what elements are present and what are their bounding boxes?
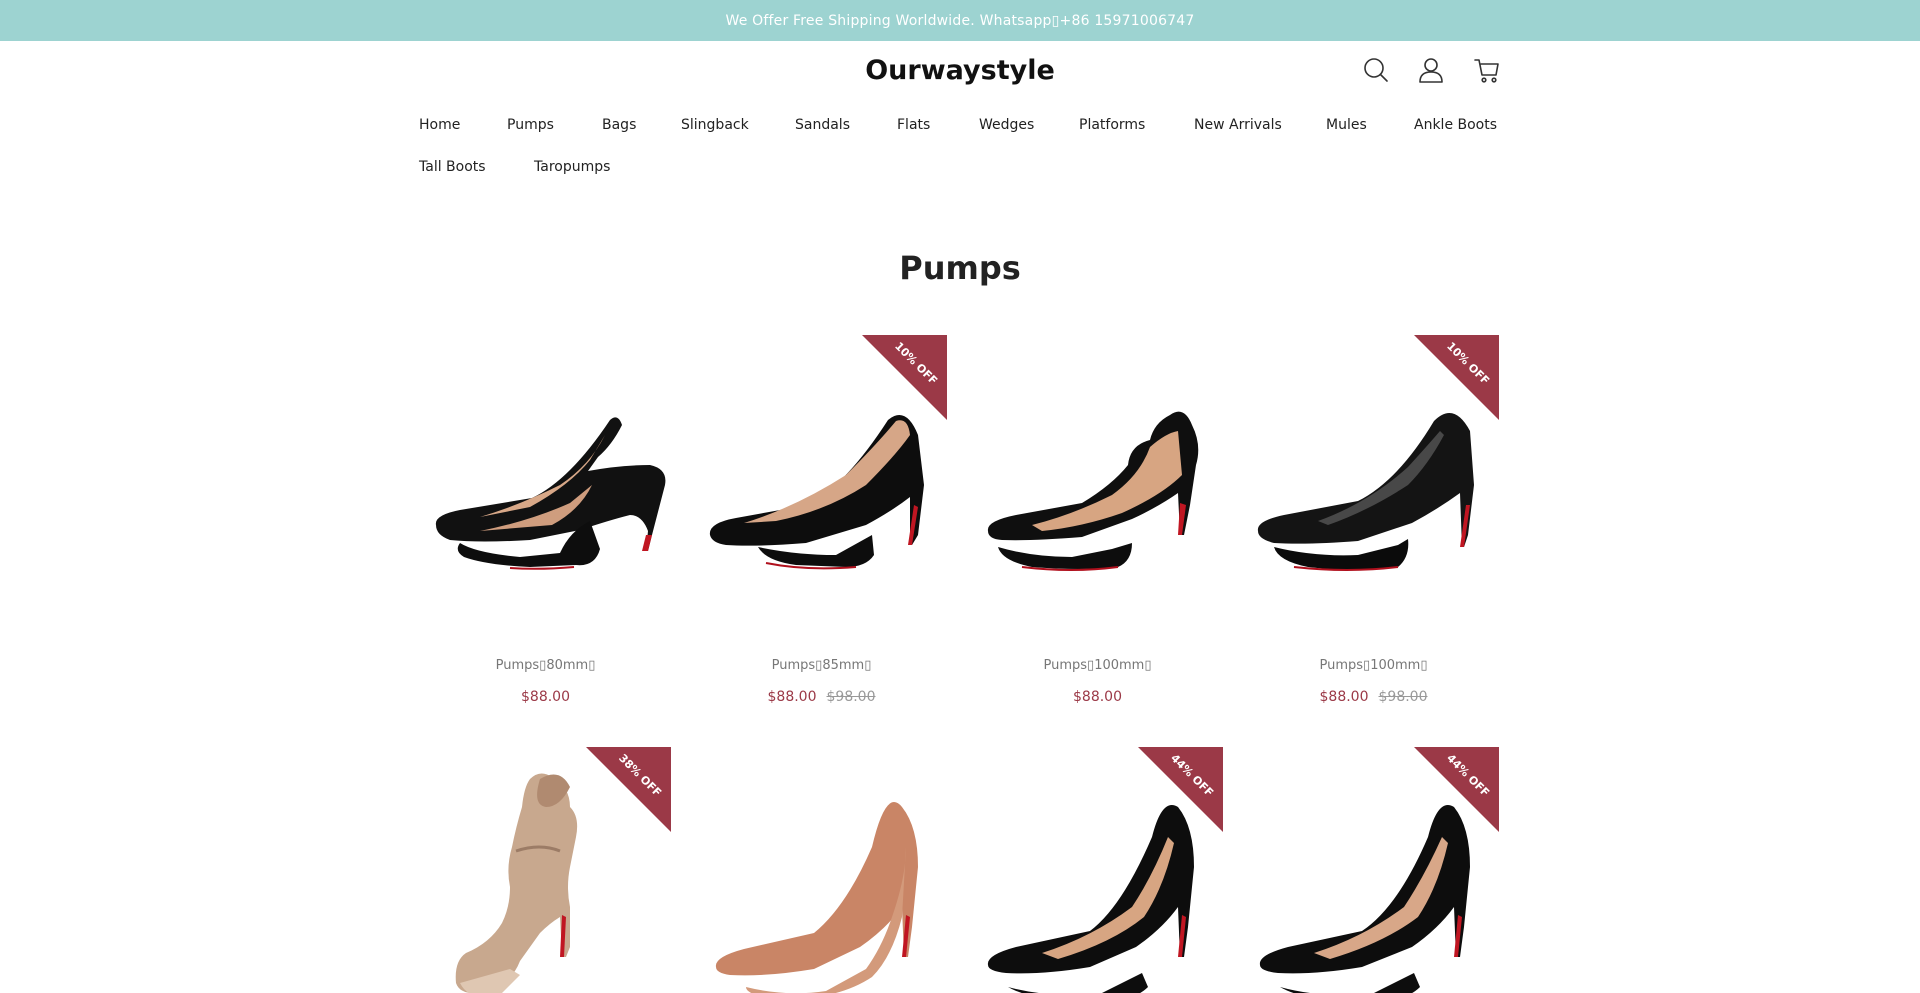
product-price: $88.00 bbox=[767, 689, 817, 705]
product-image[interactable] bbox=[420, 335, 671, 620]
nav-platforms[interactable]: Platforms bbox=[1079, 117, 1145, 133]
nav-wedges[interactable]: Wedges bbox=[979, 117, 1034, 133]
compare-price: $98.00 bbox=[826, 689, 876, 705]
nav-new-arrivals[interactable]: New Arrivals bbox=[1194, 117, 1282, 133]
product-price: $88.00 bbox=[521, 689, 570, 705]
product-price: $88.00 bbox=[1319, 689, 1369, 705]
nav-pumps[interactable]: Pumps bbox=[507, 117, 554, 133]
nav-mules[interactable]: Mules bbox=[1326, 117, 1367, 133]
discount-badge: 44% OFF bbox=[1414, 747, 1499, 832]
product-name[interactable]: Pumps▯100mm▯ bbox=[1248, 658, 1499, 673]
product-prices: $88.00 $98.00 bbox=[1248, 689, 1499, 705]
nav-home[interactable]: Home bbox=[419, 117, 460, 133]
page-title: Pumps bbox=[899, 249, 1021, 287]
announcement-bar: We Offer Free Shipping Worldwide. Whatsa… bbox=[0, 0, 1920, 41]
account-icon[interactable] bbox=[1416, 55, 1446, 85]
discount-badge: 38% OFF bbox=[586, 747, 671, 832]
product-price: $88.00 bbox=[1073, 689, 1122, 705]
product-name[interactable]: Pumps▯80mm▯ bbox=[420, 658, 671, 673]
site-logo[interactable]: Ourwaystyle bbox=[0, 55, 1920, 86]
site-header: Ourwaystyle bbox=[0, 41, 1920, 105]
product-prices: $88.00 $98.00 bbox=[696, 689, 947, 705]
search-icon[interactable] bbox=[1361, 55, 1391, 85]
product-prices: $88.00 bbox=[972, 689, 1223, 705]
cart-icon[interactable] bbox=[1472, 55, 1502, 85]
nav-tall-boots[interactable]: Tall Boots bbox=[419, 159, 486, 175]
nav-slingback[interactable]: Slingback bbox=[681, 117, 749, 133]
nav-ankle-boots[interactable]: Ankle Boots bbox=[1414, 117, 1497, 133]
discount-badge: 10% OFF bbox=[1414, 335, 1499, 420]
nav-taropumps[interactable]: Taropumps bbox=[534, 159, 610, 175]
nav-bags[interactable]: Bags bbox=[602, 117, 636, 133]
product-prices: $88.00 bbox=[420, 689, 671, 705]
nav-flats[interactable]: Flats bbox=[897, 117, 930, 133]
product-image[interactable] bbox=[972, 335, 1223, 620]
discount-badge: 10% OFF bbox=[862, 335, 947, 420]
announcement-text: We Offer Free Shipping Worldwide. Whatsa… bbox=[725, 12, 1195, 29]
product-name[interactable]: Pumps▯100mm▯ bbox=[972, 658, 1223, 673]
nav-sandals[interactable]: Sandals bbox=[795, 117, 850, 133]
product-name[interactable]: Pumps▯85mm▯ bbox=[696, 658, 947, 673]
discount-badge: 44% OFF bbox=[1138, 747, 1223, 832]
compare-price: $98.00 bbox=[1378, 689, 1428, 705]
product-image[interactable] bbox=[696, 747, 947, 993]
